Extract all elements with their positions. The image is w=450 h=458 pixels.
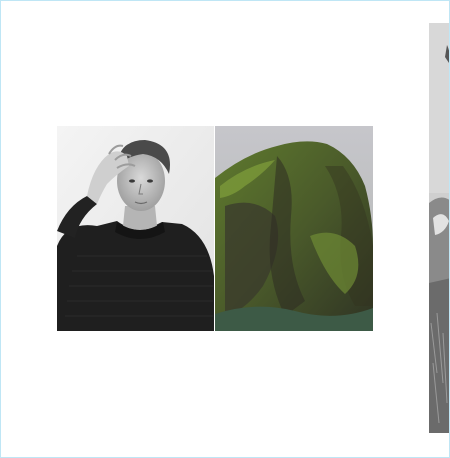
rock-image[interactable] xyxy=(215,126,373,331)
portrait-graphic xyxy=(57,126,214,331)
portrait-image[interactable] xyxy=(57,126,214,331)
rock-graphic xyxy=(215,126,373,331)
partial-image[interactable] xyxy=(429,23,449,433)
gallery-frame xyxy=(0,0,450,458)
partial-graphic xyxy=(429,23,449,433)
